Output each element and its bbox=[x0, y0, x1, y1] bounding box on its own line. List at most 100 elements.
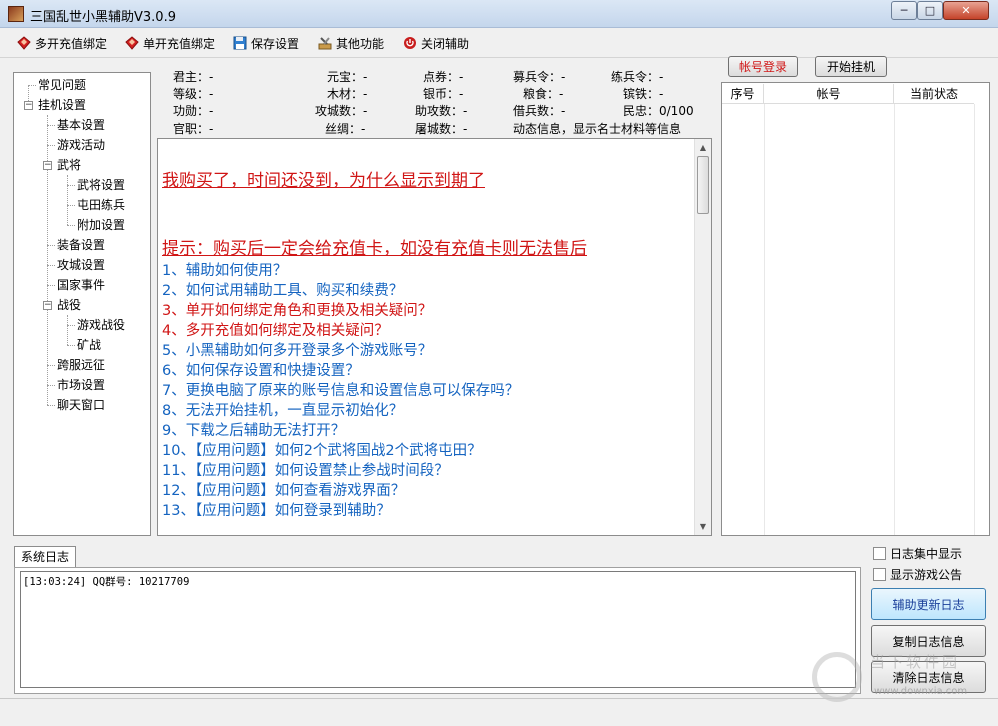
scroll-thumb[interactable] bbox=[697, 156, 709, 214]
nav-tree: − − − 常见问题 挂机设置 基本设置 游戏活动 武将 武将设置 屯田练兵 附… bbox=[13, 72, 151, 536]
faq-item[interactable]: 7、更换电脑了原来的账号信息和设置信息可以保存吗？ bbox=[162, 379, 519, 400]
close-button[interactable]: ✕ bbox=[943, 1, 989, 20]
floppy-disk-icon bbox=[233, 36, 247, 50]
info-minzhong: 民忠：0/100 bbox=[623, 104, 694, 118]
start-afk-button[interactable]: 开始挂机 bbox=[815, 56, 887, 77]
window-title: 三国乱世小黑辅助V3.0.9 bbox=[30, 10, 176, 25]
power-icon bbox=[403, 36, 417, 50]
info-dongtai: 动态信息，显示名士材料等信息 bbox=[513, 122, 682, 136]
info-zhugongshu: 助攻数：- bbox=[415, 104, 468, 118]
info-mubingling: 募兵令：- bbox=[513, 70, 566, 84]
info-dengji: 等级：- bbox=[173, 87, 214, 101]
single-recharge-bind-button[interactable]: 单开充值绑定 bbox=[125, 34, 215, 52]
faq-item[interactable]: 5、小黑辅助如何多开登录多个游戏账号？ bbox=[162, 339, 432, 360]
toolbar-label: 关闭辅助 bbox=[421, 36, 470, 51]
faq-item[interactable]: 2、如何试用辅助工具、购买和续费？ bbox=[162, 279, 403, 300]
info-gongxun: 功勋：- bbox=[173, 104, 214, 118]
faq-item[interactable]: 1、辅助如何使用？ bbox=[162, 259, 287, 280]
maximize-button[interactable]: □ bbox=[917, 1, 943, 20]
tree-item-faq[interactable]: 常见问题 bbox=[38, 75, 86, 95]
faq-item[interactable]: 6、如何保存设置和快捷设置？ bbox=[162, 359, 360, 380]
faq-item[interactable]: 13、【应用问题】如何登录到辅助？ bbox=[162, 499, 391, 520]
tree-item-afk-settings[interactable]: 挂机设置 bbox=[38, 95, 86, 115]
faq-headline-recharge-card[interactable]: 提示：购买后一定会给充值卡，如没有充值卡则无法售后 bbox=[162, 234, 587, 259]
info-sichou: 丝绸：- bbox=[325, 122, 366, 136]
toolbar-label: 多开充值绑定 bbox=[35, 36, 108, 51]
col-header-number[interactable]: 序号 bbox=[722, 84, 764, 104]
checkbox-box[interactable] bbox=[873, 547, 886, 560]
faq-item[interactable]: 11、【应用问题】如何设置禁止参战时间段？ bbox=[162, 459, 449, 480]
red-gem-icon bbox=[125, 36, 139, 50]
checkbox-label: 日志集中显示 bbox=[890, 547, 963, 561]
faq-item[interactable]: 8、无法开始挂机，一直显示初始化？ bbox=[162, 399, 403, 420]
tree-item-farm-training[interactable]: 屯田练兵 bbox=[77, 195, 125, 215]
account-grid bbox=[721, 82, 990, 536]
watermark-logo bbox=[812, 652, 862, 702]
info-lianbingling: 练兵令：- bbox=[611, 70, 664, 84]
red-gem-icon bbox=[17, 36, 31, 50]
checkbox-label: 显示游戏公告 bbox=[890, 568, 963, 582]
toolbar: 多开充值绑定 单开充值绑定 保存设置 其他功能 关闭辅助 bbox=[0, 28, 998, 58]
faq-headline-expired[interactable]: 我购买了，时间还没到，为什么显示到期了 bbox=[162, 166, 485, 191]
watermark-brand: 当下软件园 bbox=[870, 653, 961, 671]
info-yinbi: 银币：- bbox=[423, 87, 464, 101]
save-settings-button[interactable]: 保存设置 bbox=[233, 34, 299, 52]
tree-item-siege[interactable]: 攻城设置 bbox=[57, 255, 105, 275]
other-functions-button[interactable]: 其他功能 bbox=[318, 34, 384, 52]
tree-item-mine-war[interactable]: 矿战 bbox=[77, 335, 101, 355]
faq-item[interactable]: 12、【应用问题】如何查看游戏界面？ bbox=[162, 479, 405, 500]
minimize-button[interactable]: ─ bbox=[891, 1, 917, 20]
info-liangshi: 粮食：- bbox=[523, 87, 564, 101]
tree-item-game-campaign[interactable]: 游戏战役 bbox=[77, 315, 125, 335]
info-jiebingshu: 借兵数：- bbox=[513, 104, 566, 118]
tree-item-equipment[interactable]: 装备设置 bbox=[57, 235, 105, 255]
close-assistant-button[interactable]: 关闭辅助 bbox=[403, 34, 469, 52]
tree-expander[interactable]: − bbox=[43, 301, 52, 310]
watermark-site: www.downxia.com bbox=[874, 686, 968, 697]
info-guanzhi: 官职：- bbox=[173, 122, 214, 136]
scroll-up-icon[interactable]: ▲ bbox=[695, 139, 711, 156]
info-yuanbao: 元宝：- bbox=[327, 70, 368, 84]
log-line: [13:03:24] QQ群号: 10217709 bbox=[23, 576, 190, 588]
tree-item-basic-settings[interactable]: 基本设置 bbox=[57, 115, 105, 135]
info-bintie: 镔铁：- bbox=[623, 87, 664, 101]
toolbar-label: 保存设置 bbox=[251, 36, 300, 51]
multi-recharge-bind-button[interactable]: 多开充值绑定 bbox=[17, 34, 107, 52]
tree-item-game-activity[interactable]: 游戏活动 bbox=[57, 135, 105, 155]
faq-item[interactable]: 4、多开充值如何绑定及相关疑问？ bbox=[162, 319, 389, 340]
tree-item-chat[interactable]: 聊天窗口 bbox=[57, 395, 105, 415]
tree-expander[interactable]: − bbox=[43, 161, 52, 170]
app-icon bbox=[8, 6, 24, 22]
info-tuchengshu: 屠城数：- bbox=[415, 122, 468, 136]
tree-item-extra-settings[interactable]: 附加设置 bbox=[77, 215, 125, 235]
info-dianquan: 点券：- bbox=[423, 70, 464, 84]
col-header-status[interactable]: 当前状态 bbox=[894, 84, 974, 104]
faq-item[interactable]: 3、单开如何绑定角色和更换及相关疑问？ bbox=[162, 299, 432, 320]
tree-item-campaign[interactable]: 战役 bbox=[57, 295, 81, 315]
toolbar-label: 单开充值绑定 bbox=[143, 36, 216, 51]
tree-item-generals[interactable]: 武将 bbox=[57, 155, 81, 175]
scroll-down-icon[interactable]: ▼ bbox=[695, 518, 711, 535]
info-gongchengshu: 攻城数：- bbox=[315, 104, 368, 118]
update-log-button[interactable]: 辅助更新日志 bbox=[871, 588, 986, 620]
checkbox-box[interactable] bbox=[873, 568, 886, 581]
faq-item[interactable]: 10、【应用问题】如何2个武将国战2个武将屯田？ bbox=[162, 439, 482, 460]
tree-item-market[interactable]: 市场设置 bbox=[57, 375, 105, 395]
tree-item-cross-server[interactable]: 跨服远征 bbox=[57, 355, 105, 375]
toolbar-label: 其他功能 bbox=[336, 36, 385, 51]
tools-icon bbox=[318, 36, 332, 50]
tab-system-log[interactable]: 系统日志 bbox=[14, 546, 76, 568]
log-concentrate-checkbox[interactable]: 日志集中显示 bbox=[873, 545, 962, 562]
title-bar: 三国乱世小黑辅助V3.0.9 ─ □ ✕ bbox=[0, 0, 998, 28]
info-panel: 君主：- 元宝：- 点券：- 募兵令：- 练兵令：- 等级：- 木材：- 银币：… bbox=[157, 66, 712, 138]
tree-expander[interactable]: − bbox=[24, 101, 33, 110]
tree-item-general-settings[interactable]: 武将设置 bbox=[77, 175, 125, 195]
faq-scrollbar[interactable]: ▲ ▼ bbox=[694, 139, 711, 535]
col-header-account[interactable]: 帐号 bbox=[764, 84, 894, 104]
account-login-button[interactable]: 帐号登录 bbox=[728, 56, 798, 77]
faq-item[interactable]: 9、下载之后辅助无法打开？ bbox=[162, 419, 345, 440]
info-mucai: 木材：- bbox=[327, 87, 368, 101]
game-announce-checkbox[interactable]: 显示游戏公告 bbox=[873, 566, 962, 583]
tree-item-nation-events[interactable]: 国家事件 bbox=[57, 275, 105, 295]
log-textbox[interactable]: [13:03:24] QQ群号: 10217709 bbox=[20, 571, 856, 688]
